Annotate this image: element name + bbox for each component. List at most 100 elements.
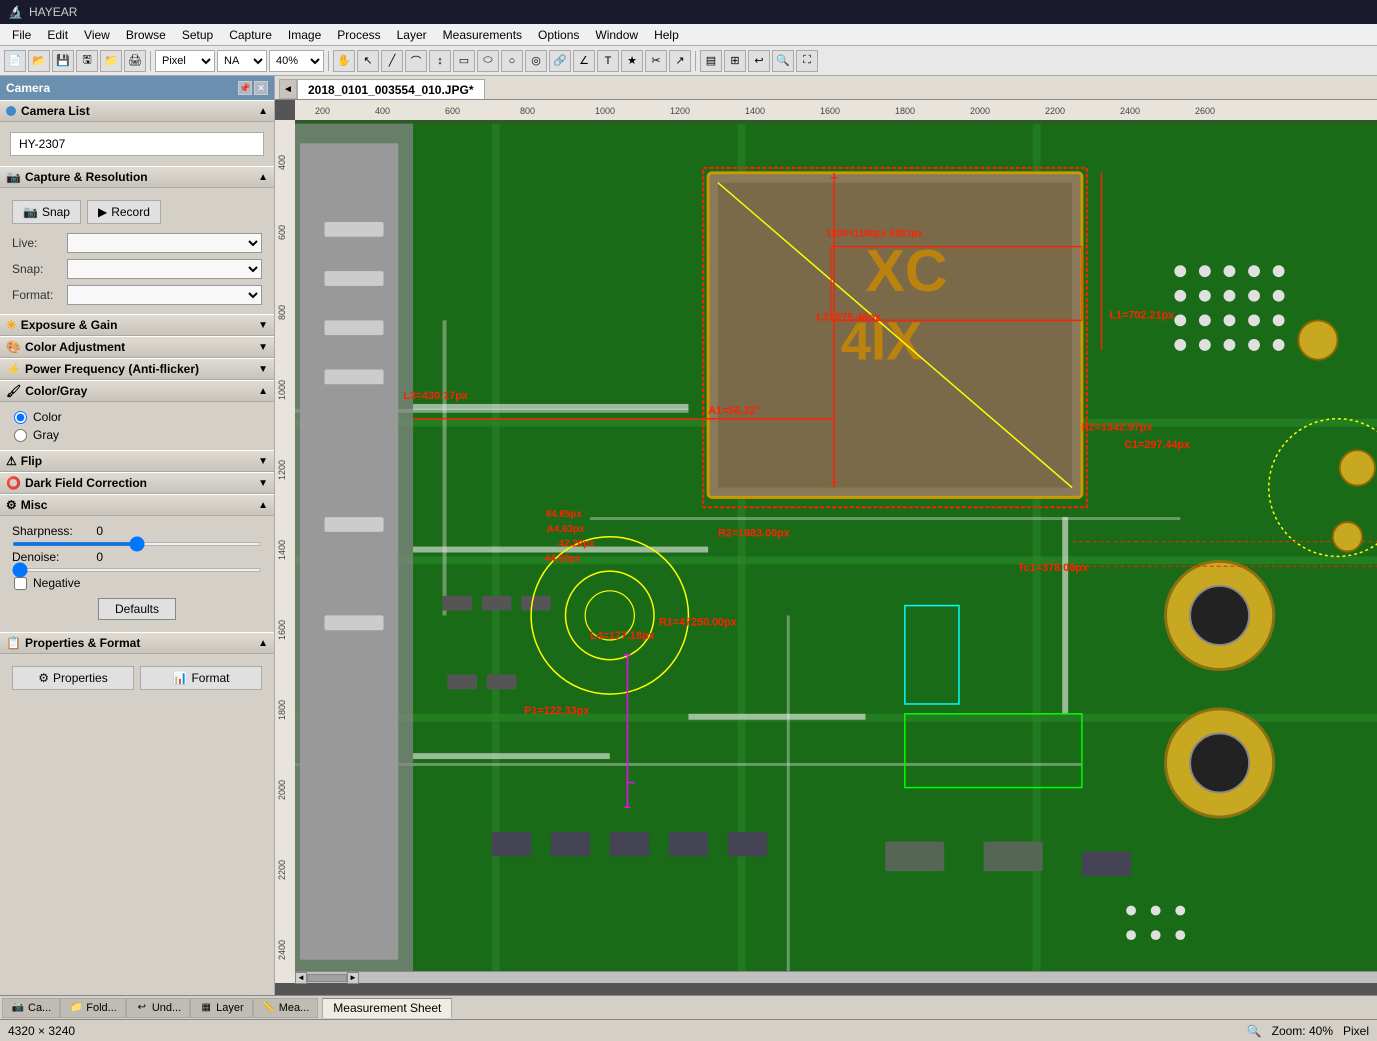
toolbar-measure-line[interactable]: ↕ (429, 50, 451, 72)
flip-section[interactable]: ⚠ Flip ▼ (0, 450, 274, 472)
toolbar: 📄 📂 💾 🖫 📁 🖨 Pixel NA 40% ✋ ↖ ╱ ⌒ ↕ ▭ ⬭ ○… (0, 46, 1377, 76)
menu-setup[interactable]: Setup (174, 26, 221, 44)
record-button[interactable]: ▶ Record (87, 200, 161, 224)
na-select[interactable]: NA (217, 50, 267, 72)
negative-checkbox[interactable] (14, 577, 27, 590)
toolbar-arrow2[interactable]: ↗ (669, 50, 691, 72)
menu-image[interactable]: Image (280, 26, 329, 44)
toolbar-arrow[interactable]: ↖ (357, 50, 379, 72)
toolbar-open[interactable]: 📂 (28, 50, 50, 72)
scroll-right[interactable]: ► (347, 972, 359, 984)
snap-row: Snap: (6, 256, 268, 282)
toolbar-text[interactable]: T (597, 50, 619, 72)
toolbar-ring[interactable]: ◎ (525, 50, 547, 72)
toolbar-folder[interactable]: 📁 (100, 50, 122, 72)
toolbar-crop[interactable]: ✂ (645, 50, 667, 72)
properties-format-section[interactable]: 📋 Properties & Format ▲ (0, 632, 274, 654)
snap-select[interactable] (67, 259, 262, 279)
format-select[interactable] (67, 285, 262, 305)
toolbar-star[interactable]: ★ (621, 50, 643, 72)
menu-file[interactable]: File (4, 26, 39, 44)
properties-arrow: ▲ (258, 638, 268, 649)
menu-measurements[interactable]: Measurements (435, 26, 530, 44)
toolbar-fullscreen[interactable]: ⛶ (796, 50, 818, 72)
capture-resolution-section[interactable]: 📷 Capture & Resolution ▲ (0, 166, 274, 188)
menu-view[interactable]: View (76, 26, 118, 44)
color-adj-icon: 🎨 (6, 340, 21, 354)
defaults-button[interactable]: Defaults (98, 598, 176, 620)
camera-list-section[interactable]: Camera List ▲ (0, 100, 274, 122)
image-area[interactable]: ◄ 2018_0101_003554_010.JPG* // This gets… (275, 76, 1377, 995)
bottom-tab-camera[interactable]: 📷 Ca... (2, 998, 60, 1018)
snap-record-row: 📷 Snap ▶ Record (6, 194, 268, 230)
toolbar-line[interactable]: ╱ (381, 50, 403, 72)
power-freq-section[interactable]: ⚡ Power Frequency (Anti-flicker) ▼ (0, 358, 274, 380)
menu-capture[interactable]: Capture (221, 26, 280, 44)
svg-text:2000: 2000 (970, 106, 990, 116)
bottom-tab-measure[interactable]: 📏 Mea... (253, 998, 319, 1018)
panel-close-btn[interactable]: ✕ (254, 81, 268, 95)
color-radio-label: Color (33, 410, 62, 424)
toolbar-save2[interactable]: 🖫 (76, 50, 98, 72)
gray-radio-row: Gray (6, 426, 268, 444)
sharpness-slider[interactable] (12, 542, 262, 546)
toolbar-zoom-in[interactable]: 🔍 (772, 50, 794, 72)
toolbar-rect[interactable]: ▭ (453, 50, 475, 72)
toolbar-ellipse[interactable]: ⬭ (477, 50, 499, 72)
properties-button[interactable]: ⚙ Properties (12, 666, 134, 690)
color-adjustment-section[interactable]: 🎨 Color Adjustment ▼ (0, 336, 274, 358)
statusbar-left: 4320 × 3240 (8, 1024, 75, 1038)
toolbar-polyline[interactable]: ⌒ (405, 50, 427, 72)
color-radio[interactable] (14, 411, 27, 424)
toolbar-new[interactable]: 📄 (4, 50, 26, 72)
menu-process[interactable]: Process (329, 26, 388, 44)
measurement-sheet-tab[interactable]: Measurement Sheet (322, 998, 452, 1018)
misc-content: Sharpness: 0 Denoise: 0 Negative Default… (0, 516, 274, 632)
exposure-section[interactable]: ☀ Exposure & Gain ▼ (0, 314, 274, 336)
format-button[interactable]: 📊 Format (140, 666, 262, 690)
pixel-select[interactable]: Pixel (155, 50, 215, 72)
zoom-icon: 🔍 (1247, 1024, 1262, 1038)
scroll-left[interactable]: ◄ (295, 972, 307, 984)
toolbar-save[interactable]: 💾 (52, 50, 74, 72)
toolbar-undo[interactable]: ↩ (748, 50, 770, 72)
camera-panel-title: Camera (6, 81, 50, 95)
svg-text:1800: 1800 (895, 106, 915, 116)
menu-options[interactable]: Options (530, 26, 587, 44)
live-select[interactable] (67, 233, 262, 253)
panel-pin-btn[interactable]: 📌 (238, 81, 252, 95)
svg-text:600: 600 (277, 225, 287, 240)
power-icon: ⚡ (6, 362, 21, 376)
svg-text:44.60px: 44.60px (545, 553, 582, 564)
zoom-select[interactable]: 40% (269, 50, 324, 72)
svg-text:L2=575.46px: L2=575.46px (816, 311, 881, 323)
menu-edit[interactable]: Edit (39, 26, 76, 44)
bottom-tab-undo[interactable]: ↩ Und... (126, 998, 190, 1018)
toolbar-print[interactable]: 🖨 (124, 50, 146, 72)
misc-section[interactable]: ⚙ Misc ▲ (0, 494, 274, 516)
h-scrollbar[interactable]: ◄ ► (295, 971, 1377, 983)
bottom-tab-folder[interactable]: 📁 Fold... (60, 998, 126, 1018)
ruler-image-container: // This gets executed later via JS 200 4… (275, 100, 1377, 983)
camera-list-item[interactable]: HY-2307 (10, 132, 264, 156)
gray-radio[interactable] (14, 429, 27, 442)
toolbar-pan[interactable]: ✋ (333, 50, 355, 72)
toolbar-link[interactable]: 🔗 (549, 50, 571, 72)
toolbar-circle[interactable]: ○ (501, 50, 523, 72)
tab-nav-left[interactable]: ◄ (279, 79, 297, 99)
toolbar-angle[interactable]: ∠ (573, 50, 595, 72)
menu-help[interactable]: Help (646, 26, 687, 44)
menu-layer[interactable]: Layer (389, 26, 435, 44)
denoise-slider[interactable] (12, 568, 262, 572)
pcb-image[interactable]: XC 4IX (295, 120, 1377, 983)
toolbar-grid[interactable]: ⊞ (724, 50, 746, 72)
bottom-tab-layer[interactable]: ▦ Layer (190, 998, 253, 1018)
image-tab[interactable]: 2018_0101_003554_010.JPG* (297, 79, 485, 99)
scroll-thumb[interactable] (307, 974, 347, 982)
toolbar-layers[interactable]: ▤ (700, 50, 722, 72)
color-gray-section[interactable]: 🖌 Color/Gray ▲ (0, 380, 274, 402)
snap-button[interactable]: 📷 Snap (12, 200, 81, 224)
dark-field-section[interactable]: ⭕ Dark Field Correction ▼ (0, 472, 274, 494)
menu-browse[interactable]: Browse (118, 26, 174, 44)
menu-window[interactable]: Window (587, 26, 646, 44)
